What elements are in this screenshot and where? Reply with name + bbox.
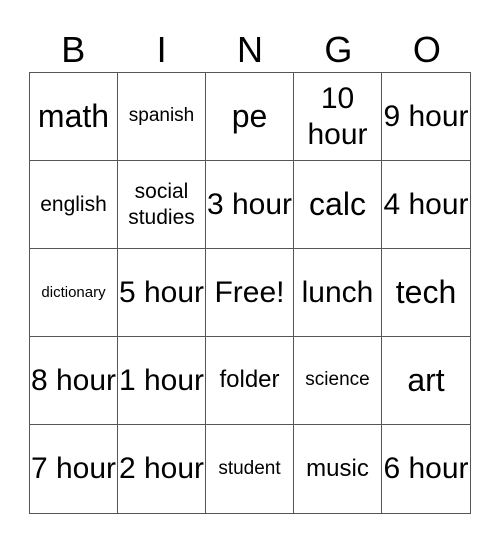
bingo-cell[interactable]: 1 hour [118,337,206,425]
bingo-cell[interactable]: spanish [118,73,206,161]
bingo-cell[interactable]: math [30,73,118,161]
bingo-cell[interactable]: science [294,337,382,425]
bingo-cell[interactable]: calc [294,161,382,249]
header-letter-n: N [237,29,264,70]
bingo-cell[interactable]: folder [206,337,294,425]
bingo-cell[interactable]: 2 hour [118,425,206,513]
bingo-cell[interactable]: 6 hour [382,425,470,513]
bingo-cell[interactable]: music [294,425,382,513]
bingo-cell[interactable]: student [206,425,294,513]
bingo-cell[interactable]: 10 hour [294,73,382,161]
bingo-cell[interactable]: art [382,337,470,425]
header-letter-g: G [324,29,353,70]
bingo-header: B I N G O [29,28,471,72]
bingo-cell[interactable]: social studies [118,161,206,249]
bingo-cell[interactable]: lunch [294,249,382,337]
header-letter-o: O [412,29,441,70]
bingo-cell[interactable]: 7 hour [30,425,118,513]
header-letter-b: B [61,29,86,70]
header-letter-i: I [156,29,167,70]
bingo-cell[interactable]: 8 hour [30,337,118,425]
bingo-cell[interactable]: Free! [206,249,294,337]
bingo-cell[interactable]: 5 hour [118,249,206,337]
bingo-cell[interactable]: 9 hour [382,73,470,161]
bingo-cell[interactable]: 4 hour [382,161,470,249]
bingo-cell[interactable]: 3 hour [206,161,294,249]
bingo-cell[interactable]: pe [206,73,294,161]
bingo-cell[interactable]: dictionary [30,249,118,337]
bingo-cell[interactable]: tech [382,249,470,337]
bingo-card-grid: math spanish pe 10 hour 9 hour english social … [29,72,471,514]
bingo-cell[interactable]: english [30,161,118,249]
